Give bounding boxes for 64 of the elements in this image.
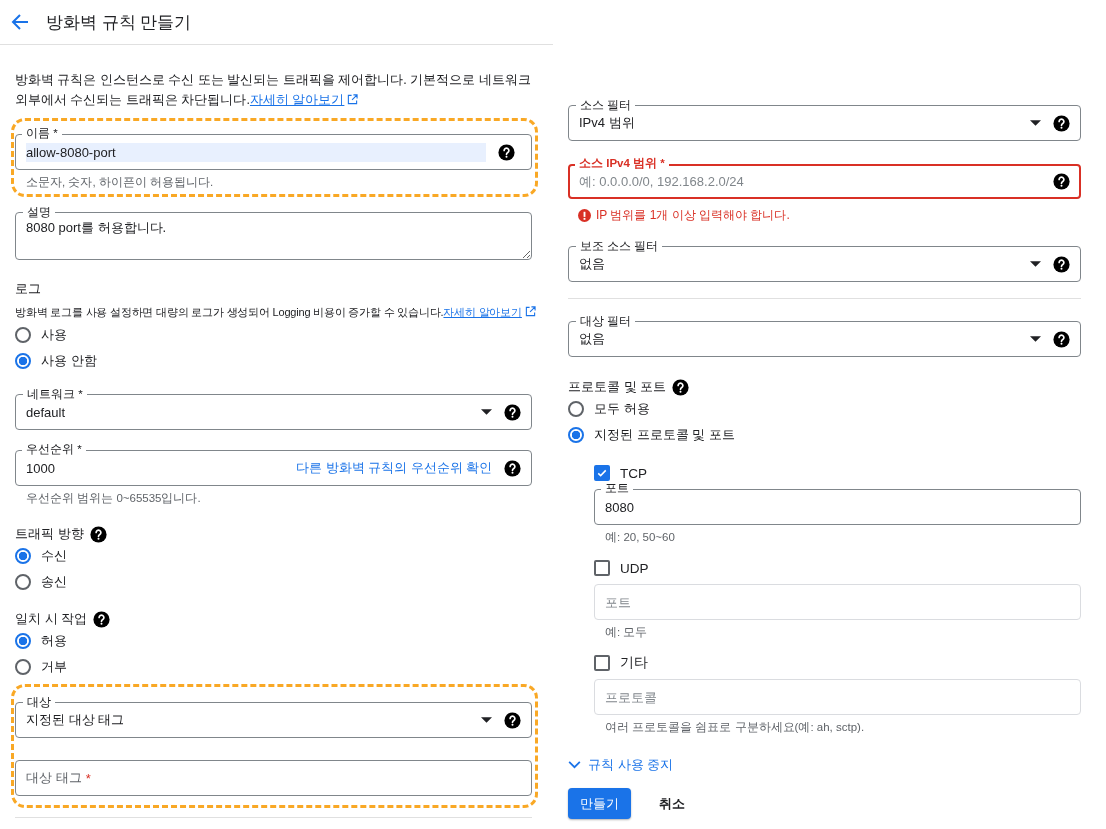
disable-rule-toggle[interactable]: 규칙 사용 중지 (568, 756, 674, 774)
external-link-icon (347, 94, 359, 105)
radio-label[interactable]: 모두 허용 (594, 400, 650, 418)
learn-more-link[interactable]: 자세히 알아보기 (249, 93, 345, 107)
hint-text: 소문자, 숫자, 하이픈이 허용됩니다. (26, 175, 215, 189)
checkbox[interactable] (594, 560, 610, 576)
radio-button[interactable] (568, 427, 584, 443)
error-icon (578, 209, 591, 222)
field-label: 포트 (601, 481, 633, 495)
page-title: 방화벽 규칙 만들기 (46, 11, 192, 34)
radio-label[interactable]: 송신 (41, 573, 67, 591)
radio-label[interactable]: 지정된 프로토콜 및 포트 (594, 426, 735, 444)
hint-text: 우선순위 범위는 0~65535입니다. (26, 491, 202, 505)
target-tags-field[interactable]: 대상 태그 * (15, 760, 532, 796)
required-mark: * (85, 770, 91, 786)
field-label: 이름 * (22, 126, 62, 140)
section-title: 일치 시 작업 (15, 610, 88, 628)
checkbox[interactable] (594, 465, 610, 481)
radio-label[interactable]: 거부 (41, 658, 67, 676)
checkbox[interactable] (594, 655, 610, 671)
learn-more-link[interactable]: 자세히 알아보기 (443, 306, 522, 318)
radio-label[interactable]: 사용 (41, 326, 67, 344)
radio-button[interactable] (15, 327, 31, 343)
name-input[interactable]: allow-8080-port (26, 142, 486, 162)
radio-button[interactable] (568, 401, 584, 417)
create-button[interactable]: 만들기 (568, 788, 631, 819)
chevron-down-icon (568, 761, 581, 769)
field-label: 소스 IPv4 범위 * (575, 156, 669, 170)
target-tags-placeholder: 대상 태그 (26, 769, 82, 787)
field-label: 우선순위 * (22, 442, 86, 456)
help-icon[interactable] (498, 143, 515, 161)
radio-button[interactable] (15, 548, 31, 564)
cancel-button[interactable]: 취소 (647, 788, 697, 819)
checkbox-label[interactable]: 기타 (620, 654, 648, 672)
section-title: 로그 (15, 280, 42, 298)
section-title: 트래픽 방향 (15, 525, 84, 543)
radio-label[interactable]: 수신 (41, 547, 67, 565)
external-link-icon (524, 306, 536, 317)
radio-button[interactable] (15, 659, 31, 675)
radio-button[interactable] (15, 353, 31, 369)
help-icon[interactable] (672, 378, 690, 396)
radio-button[interactable] (15, 574, 31, 590)
section-title: 프로토콜 및 포트 (568, 378, 667, 396)
priority-link[interactable]: 다른 방화벽 규칙의 우선순위 확인 (296, 459, 492, 477)
priority-input[interactable]: 1000 (26, 458, 285, 478)
ip-range-input[interactable]: 예: 0.0.0.0/0, 192.168.2.0/24 (579, 172, 1041, 191)
field-label: 설명 (23, 205, 55, 219)
port-input[interactable]: 8080 (605, 497, 1070, 517)
help-icon[interactable] (93, 610, 111, 628)
intro-text: 방화벽 규칙은 인스턴스로 수신 또는 발신되는 트래픽을 제어합니다. 기본적으로 네트워크 외부에서 수신되는 트래픽은 차단됩니다.자세히 알아보기 (15, 72, 532, 109)
logs-text: 방화벽 로그를 사용 설정하면 대량의 로그가 생성되어 Logging 비용이 증가할 수 있습니다.자세히 알아보기 (15, 302, 532, 322)
radio-label[interactable]: 허용 (41, 632, 67, 650)
radio-label[interactable]: 사용 안함 (41, 352, 97, 370)
hint-text: 예: 20, 50~60 (605, 530, 676, 544)
help-icon[interactable] (1053, 173, 1070, 190)
checkbox-label[interactable]: UDP (620, 560, 649, 576)
hint-text: 예: 모두 (605, 625, 649, 639)
checkbox-label[interactable]: TCP (620, 465, 647, 481)
help-icon[interactable] (504, 459, 521, 477)
back-arrow-icon[interactable] (11, 13, 29, 31)
hint-text: 여러 프로토콜을 쉼표로 구분하세요(예: ah, sctp). (605, 720, 866, 734)
help-icon[interactable] (89, 525, 107, 543)
error-text: IP 범위를 1개 이상 입력해야 합니다. (596, 207, 790, 224)
radio-button[interactable] (15, 633, 31, 649)
